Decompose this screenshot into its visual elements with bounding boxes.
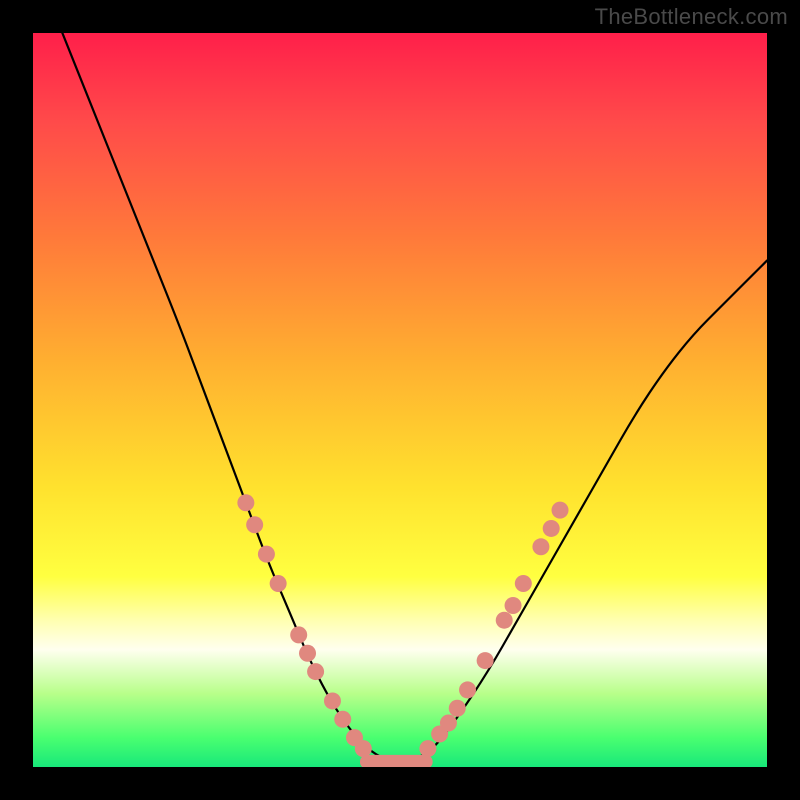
marker-left-5	[299, 645, 316, 662]
chart-frame: TheBottleneck.com	[0, 0, 800, 800]
marker-right-3	[449, 700, 466, 717]
marker-left-4	[290, 626, 307, 643]
bottleneck-curve	[62, 33, 767, 762]
marker-right-4	[459, 681, 476, 698]
watermark-text: TheBottleneck.com	[595, 4, 788, 30]
marker-left-2	[258, 546, 275, 563]
chart-svg	[33, 33, 767, 767]
marker-right-11	[552, 502, 569, 519]
marker-left-8	[334, 711, 351, 728]
marker-left-1	[246, 516, 263, 533]
marker-right-5	[477, 652, 494, 669]
marker-left-10	[355, 740, 372, 757]
marker-right-0	[419, 740, 436, 757]
marker-left-3	[270, 575, 287, 592]
marker-left-7	[324, 692, 341, 709]
marker-right-10	[543, 520, 560, 537]
marker-right-8	[515, 575, 532, 592]
marker-right-7	[505, 597, 522, 614]
marker-right-9	[532, 538, 549, 555]
plot-area	[33, 33, 767, 767]
marker-right-2	[440, 714, 457, 731]
marker-left-6	[307, 663, 324, 680]
marker-right-6	[496, 612, 513, 629]
marker-left-0	[237, 494, 254, 511]
markers-right-group	[419, 502, 568, 758]
